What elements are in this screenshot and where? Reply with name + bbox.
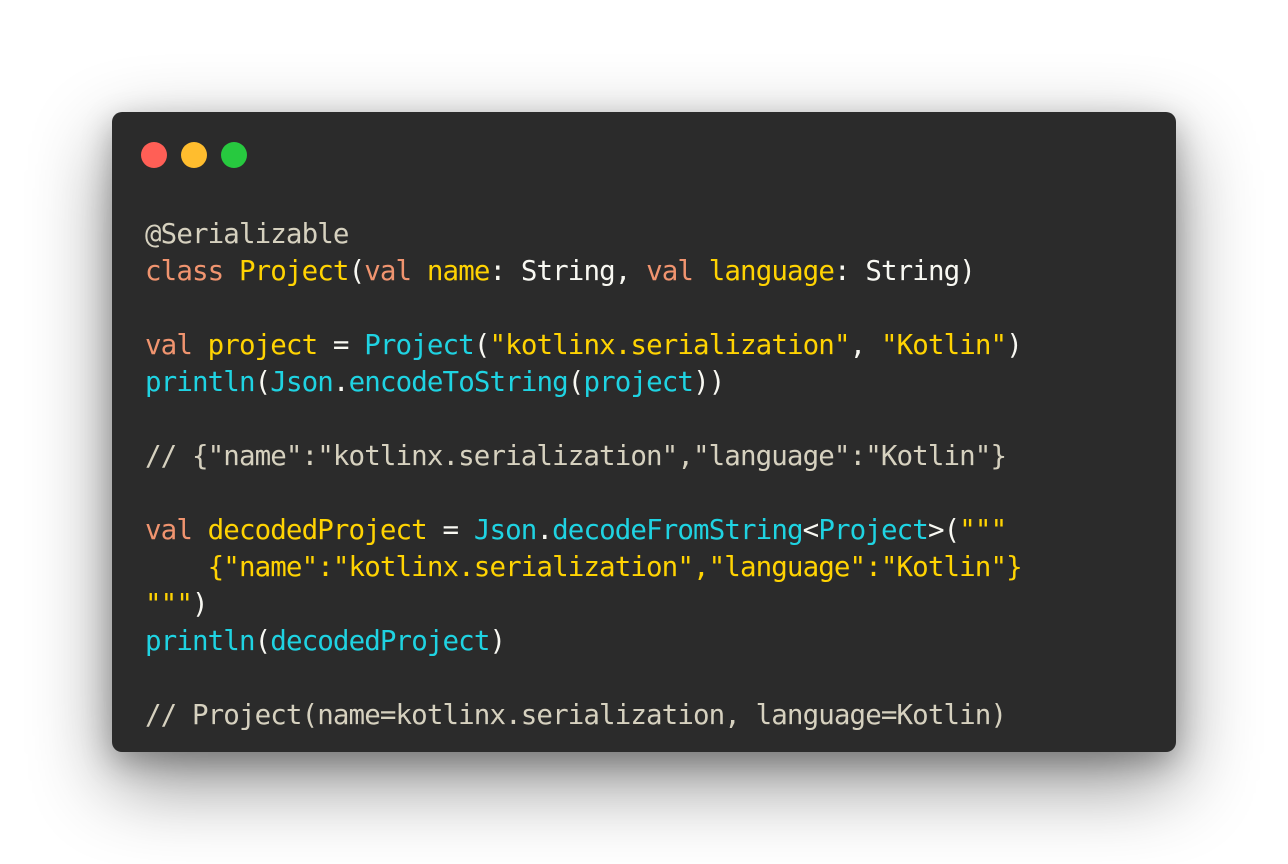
code-line: val decodedProject = Json.decodeFromStri…: [145, 512, 1022, 549]
window-controls: [141, 142, 247, 168]
close-button[interactable]: [141, 142, 167, 168]
code-token-func: println: [145, 625, 256, 657]
code-token-param: decodedProject: [207, 514, 428, 546]
code-token-plain: =: [426, 514, 474, 546]
code-token-func: decodeFromString: [552, 514, 803, 546]
code-token-plain: (: [473, 329, 491, 361]
code-token-string: {"name":"kotlinx.serialization","languag…: [145, 551, 1023, 583]
code-token-string: "Kotlin": [880, 329, 1007, 361]
code-line: println(decodedProject): [145, 623, 1022, 660]
code-token-plain: .: [536, 514, 553, 546]
code-line: {"name":"kotlinx.serialization","languag…: [145, 549, 1023, 586]
code-line: // {"name":"kotlinx.serialization","lang…: [145, 438, 1022, 475]
code-token-comment: // Project(name=kotlinx.serialization, l…: [145, 699, 1007, 731]
code-line: ​: [145, 475, 1022, 512]
code-token-plain: (: [254, 366, 272, 398]
code-token-keyword: val: [145, 514, 208, 546]
code-line: val project = Project("kotlinx.serializa…: [145, 327, 1023, 364]
code-token-plain: : String,: [489, 255, 647, 287]
code-line: """): [145, 586, 1022, 623]
code-block: @Serializable class Project(val name: Str…: [145, 216, 1023, 734]
zoom-button[interactable]: [221, 142, 247, 168]
code-token-param: project: [207, 329, 319, 361]
code-token-func: println: [145, 366, 256, 398]
code-token-string: """: [959, 514, 1007, 546]
code-token-func: encodeToString: [348, 366, 569, 398]
code-token-keyword: val: [364, 255, 427, 287]
code-token-plain: ,: [849, 329, 881, 361]
code-token-param: name: [426, 255, 491, 287]
code-token-class: Project: [238, 255, 350, 287]
code-line: ​: [145, 290, 1022, 327]
code-token-plain: <: [802, 514, 820, 546]
code-token-string: """: [145, 588, 193, 620]
code-token-plain: (: [348, 255, 366, 287]
code-token-func: project: [583, 366, 694, 398]
code-token-plain: ): [1006, 329, 1023, 361]
code-token-plain: ): [489, 625, 506, 657]
code-line: ​: [145, 660, 1022, 697]
code-token-func: Json: [473, 514, 538, 546]
code-token-comment: // {"name":"kotlinx.serialization","lang…: [145, 440, 1007, 472]
code-line: println(Json.encodeToString(project)): [145, 364, 1022, 401]
code-token-keyword: val: [646, 255, 709, 287]
code-token-keyword: class: [145, 255, 239, 287]
code-token-plain: .: [332, 366, 350, 398]
code-line: class Project(val name: String, val lang…: [145, 253, 1022, 290]
code-window: @Serializable class Project(val name: Str…: [112, 112, 1176, 752]
code-line: @Serializable: [145, 216, 1022, 253]
code-line: ​: [145, 401, 1022, 438]
code-token-plain: (: [254, 625, 272, 657]
code-token-plain: )): [693, 366, 725, 398]
code-token-plain: >(: [927, 514, 960, 546]
code-token-plain: (: [567, 366, 585, 398]
code-token-func: Project: [364, 329, 475, 361]
code-token-func: Project: [818, 514, 929, 546]
code-token-param: language: [708, 255, 835, 287]
code-token-keyword: val: [145, 329, 208, 361]
code-token-plain: ): [191, 588, 209, 620]
code-token-string: "kotlinx.serialization": [489, 329, 851, 361]
code-token-annotation: @Serializable: [145, 218, 349, 250]
code-token-func: decodedProject: [270, 625, 490, 657]
code-token-plain: =: [317, 329, 365, 361]
code-line: // Project(name=kotlinx.serialization, l…: [145, 697, 1022, 734]
minimize-button[interactable]: [181, 142, 207, 168]
code-token-plain: : String): [834, 255, 976, 287]
code-token-func: Json: [270, 366, 334, 398]
